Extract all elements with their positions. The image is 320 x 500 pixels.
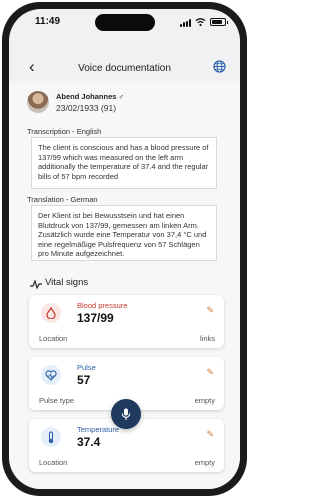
phone-frame: 11:49 ‹ Voice documentation Abend Johann… bbox=[2, 2, 247, 496]
droplet-icon bbox=[41, 303, 61, 323]
patient-name: Abend Johannes ♂ bbox=[56, 92, 125, 101]
vital-detail-label: Location bbox=[39, 334, 68, 343]
record-voice-button[interactable] bbox=[111, 399, 141, 429]
vital-value: 57 bbox=[77, 373, 91, 387]
translation-text: Der Klient ist bei Bewusstsein und hat e… bbox=[31, 205, 217, 261]
patient-birthdate: 23/02/1933 (91) bbox=[56, 103, 117, 113]
globe-icon[interactable] bbox=[213, 60, 226, 73]
dynamic-island bbox=[95, 14, 155, 31]
vital-label: Blood pressure bbox=[77, 301, 128, 310]
vital-detail-label: Location bbox=[39, 458, 68, 467]
vital-label: Temperature bbox=[77, 425, 120, 434]
edit-pencil-icon[interactable]: ✎ bbox=[206, 305, 214, 316]
vital-detail-value: empty bbox=[194, 396, 215, 405]
transcription-text: The client is conscious and has a blood … bbox=[31, 137, 217, 189]
vital-detail-value: empty bbox=[194, 458, 215, 467]
page-title: Voice documentation bbox=[78, 63, 171, 74]
vital-label: Pulse bbox=[77, 363, 96, 372]
vital-value: 137/99 bbox=[77, 311, 114, 325]
heart-pulse-icon bbox=[41, 365, 61, 385]
status-time: 11:49 bbox=[35, 16, 61, 27]
translation-label: Translation - German bbox=[27, 195, 98, 204]
status-bar: 11:49 bbox=[9, 9, 240, 37]
male-icon: ♂ bbox=[118, 92, 125, 101]
thermometer-icon bbox=[41, 427, 61, 447]
wifi-icon bbox=[195, 18, 206, 27]
edit-pencil-icon[interactable]: ✎ bbox=[206, 429, 214, 440]
vital-card-blood-pressure[interactable]: Blood pressure 137/99 ✎ Location links bbox=[29, 295, 224, 348]
vital-signs-heading: Vital signs bbox=[45, 277, 89, 288]
vital-detail-label: Pulse type bbox=[39, 396, 75, 405]
vital-signs-icon bbox=[30, 280, 42, 289]
battery-icon bbox=[210, 18, 228, 26]
screen: 11:49 ‹ Voice documentation Abend Johann… bbox=[9, 9, 240, 489]
edit-pencil-icon[interactable]: ✎ bbox=[206, 367, 214, 378]
vital-detail-value: links bbox=[199, 334, 215, 343]
vital-value: 37.4 bbox=[77, 435, 101, 449]
avatar bbox=[27, 91, 49, 113]
content-area: Abend Johannes ♂ 23/02/1933 (91) Transcr… bbox=[9, 81, 240, 489]
transcription-label: Transcription - English bbox=[27, 127, 102, 136]
cellular-signal-icon bbox=[180, 19, 192, 27]
patient-header[interactable]: Abend Johannes ♂ 23/02/1933 (91) bbox=[27, 91, 227, 121]
header: ‹ Voice documentation bbox=[9, 51, 240, 81]
microphone-icon bbox=[121, 408, 131, 420]
